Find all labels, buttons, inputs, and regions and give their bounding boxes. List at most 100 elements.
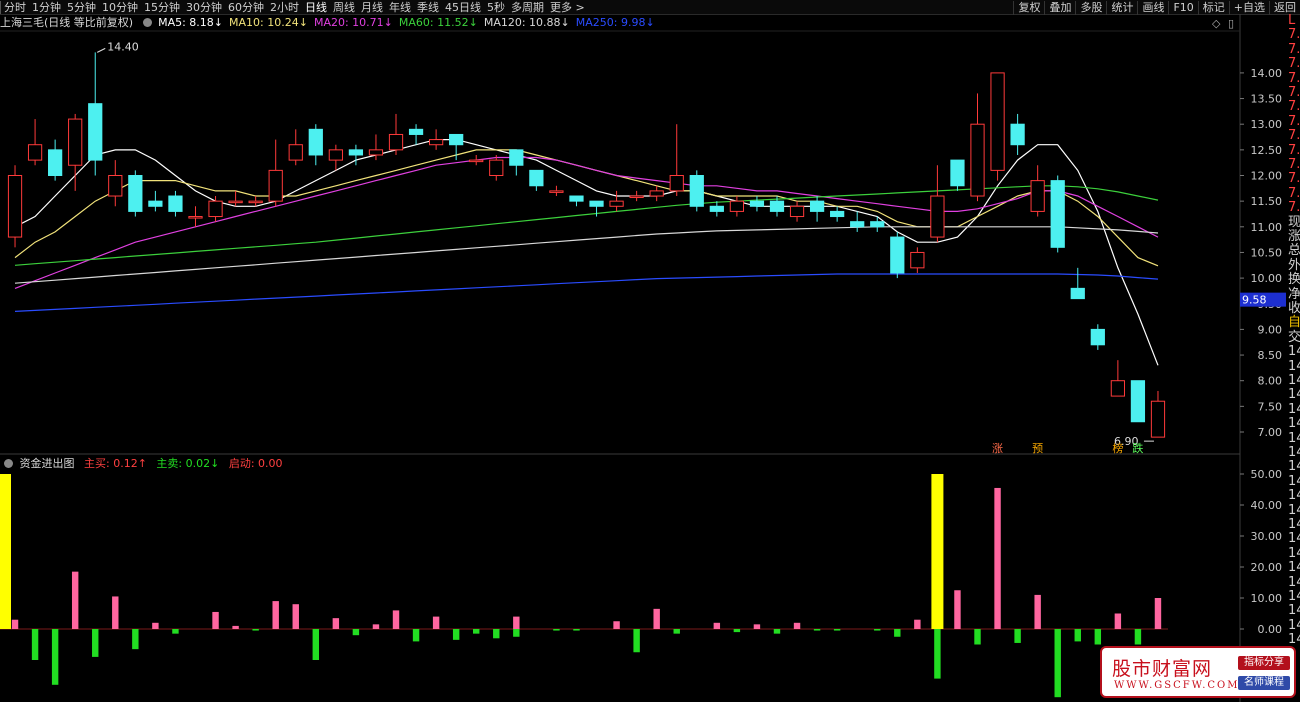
price-tick-label: 12.50 (1251, 144, 1283, 157)
price-tick-label: 9.00 (1258, 323, 1283, 336)
signal-label: 榜 (1112, 441, 1123, 455)
sidebar-glyph: 涨 (1288, 229, 1300, 244)
sidebar-glyph: 14 (1288, 517, 1300, 532)
buy-bar (954, 590, 961, 629)
candle-body (208, 200, 223, 218)
watermark-logo: 股市财富网 WWW.GSCFW.COM 指标分享 名师课程 (1100, 646, 1296, 698)
sidebar-glyph: 7. (1288, 99, 1300, 115)
sidebar-glyph: 7. (1288, 200, 1300, 216)
max-pointer (97, 47, 106, 53)
indicator-tick-label: 30.00 (1251, 530, 1283, 543)
candle-body (1030, 180, 1045, 212)
candle-body (368, 149, 384, 156)
sell-bar (132, 629, 139, 650)
price-tick-label: 13.00 (1251, 118, 1283, 131)
candle-body (88, 103, 103, 161)
candle-body (629, 195, 644, 199)
candle-body (529, 169, 544, 187)
sell-bar (452, 629, 460, 640)
candle-body (489, 159, 504, 177)
start-bar (931, 474, 944, 629)
buy-bar (372, 624, 380, 629)
indicator-tick-label: 20.00 (1251, 561, 1283, 574)
sell-bar (92, 629, 99, 657)
buy-bar (1114, 613, 1122, 629)
indicator-tick-label: 50.00 (1251, 468, 1283, 481)
price-tick-label: 14.00 (1251, 67, 1283, 80)
price-tick-label: 10.50 (1251, 246, 1283, 259)
candle-body (228, 200, 243, 204)
candle-body (669, 175, 684, 192)
candle-body (1070, 287, 1085, 300)
sell-bar (312, 629, 320, 660)
indicator-tick-label: 10.00 (1251, 592, 1283, 605)
buy-bar (513, 616, 520, 629)
sell-bar (252, 629, 259, 631)
sidebar-glyph: 14 (1288, 401, 1300, 417)
sidebar-glyph: 14 (1288, 603, 1300, 619)
sidebar-glyph: 14 (1288, 502, 1300, 518)
ma-line-ma250 (14, 273, 1159, 312)
sell-bar (773, 629, 781, 634)
candle-body (769, 200, 785, 212)
sidebar-glyph: 14 (1288, 430, 1300, 446)
chart-canvas[interactable]: 14.00 13.50 13.00 12.50 12.00 11.50 11.00 10.50… (0, 0, 1300, 702)
sell-bar (51, 629, 59, 685)
buy-bar (272, 601, 279, 629)
candle-body (589, 200, 604, 207)
candle-body (729, 200, 745, 212)
sidebar-glyph: 7. (1288, 185, 1300, 201)
sidebar-glyph: 总 (1288, 243, 1300, 259)
candle-body (1150, 400, 1166, 438)
buy-bar (653, 608, 660, 629)
candle-body (609, 200, 624, 207)
buy-bar (994, 487, 1001, 629)
candle-body (308, 128, 323, 156)
start-bar (0, 474, 11, 629)
sell-bar (573, 629, 580, 631)
sell-bar (1134, 629, 1142, 645)
buy-bar (1154, 598, 1162, 629)
candle-body (1110, 380, 1125, 397)
buy-bar (392, 610, 400, 629)
signal-label: 跌 (1132, 441, 1143, 455)
candle-body (749, 200, 765, 207)
sell-bar (974, 629, 981, 645)
buy-bar (753, 624, 761, 629)
sell-bar (473, 629, 480, 634)
ma-line-ma20 (14, 156, 1159, 289)
candle-body (890, 236, 905, 274)
signal-label: 预 (1032, 442, 1043, 455)
sell-bar (874, 629, 881, 631)
max-price-label: 14.40 (107, 40, 139, 53)
sell-bar (1054, 629, 1061, 698)
sell-bar (513, 629, 520, 637)
sidebar-glyph: 7. (1288, 85, 1300, 100)
sell-bar (894, 629, 901, 637)
sidebar-glyph: 14 (1288, 531, 1300, 547)
sidebar-glyph: 14 (1288, 445, 1300, 460)
watermark-brand: 股市财富网 (1112, 658, 1213, 680)
candle-body (288, 144, 303, 161)
sidebar-glyph: 14 (1288, 459, 1300, 475)
sidebar-glyph: 14 (1288, 617, 1300, 633)
buy-bar (152, 622, 159, 629)
sell-bar (172, 629, 179, 634)
sidebar-glyph: 7. (1288, 56, 1300, 72)
sell-bar (934, 629, 941, 679)
candle-body (108, 175, 123, 197)
buy-bar (292, 604, 299, 629)
sidebar-glyph: 现 (1288, 214, 1300, 230)
candle-body (789, 205, 805, 218)
buy-bar (793, 622, 801, 629)
buy-bar (232, 625, 239, 629)
candle-body (930, 195, 945, 238)
candle-body (128, 175, 143, 212)
watermark-tag-share: 指标分享 (1238, 656, 1290, 670)
candle-body (328, 149, 343, 161)
candle-body (348, 149, 364, 156)
sidebar-glyph: 14 (1288, 344, 1300, 360)
candle-body (248, 200, 263, 204)
sell-bar (833, 629, 841, 631)
sidebar-glyph: 14 (1288, 387, 1300, 403)
